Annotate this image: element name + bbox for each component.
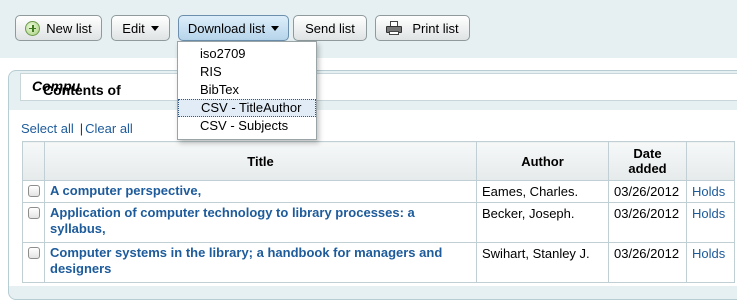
menu-item-ris[interactable]: RIS <box>178 63 316 81</box>
date-cell: 03/26/2012 <box>608 202 687 243</box>
menu-item-csv-titleauthor[interactable]: CSV - TitleAuthor <box>178 99 316 117</box>
title-link[interactable]: A computer perspective, <box>50 183 201 198</box>
date-cell: 03/26/2012 <box>608 180 687 203</box>
caret-down-icon <box>271 25 280 31</box>
download-list-label: Download list <box>187 20 266 36</box>
author-cell: Swihart, Stanley J. <box>476 242 609 283</box>
row-checkbox[interactable] <box>27 207 40 219</box>
table-header-row: Title Author Date added <box>22 141 735 181</box>
title-link[interactable]: Computer systems in the library; a handb… <box>50 245 442 276</box>
print-list-label: Print list <box>412 20 459 36</box>
page-title: Contents of Compu <box>20 73 737 101</box>
author-cell: Eames, Charles. <box>476 180 609 203</box>
table-row: A computer perspective, Eames, Charles. … <box>22 180 735 203</box>
table-row: Computer systems in the library; a handb… <box>22 242 735 283</box>
download-list-button[interactable]: Download list <box>178 15 289 41</box>
menu-item-bibtex[interactable]: BibTex <box>178 81 316 99</box>
holds-link[interactable]: Holds <box>692 246 725 261</box>
row-checkbox[interactable] <box>27 185 40 197</box>
holds-link[interactable]: Holds <box>692 184 725 199</box>
separator: | <box>79 121 84 136</box>
printer-icon <box>386 21 403 35</box>
edit-button[interactable]: Edit <box>111 15 170 41</box>
send-list-label: Send list <box>305 20 355 36</box>
new-list-button[interactable]: New list <box>15 15 102 41</box>
menu-item-csv-subjects[interactable]: CSV - Subjects <box>178 117 316 135</box>
actions-column-header <box>686 141 735 181</box>
list-table: Title Author Date added A computer persp… <box>22 141 735 283</box>
toolbar: New list Edit Download list Send list Pr… <box>0 0 737 58</box>
selection-links: Select all | Clear all <box>21 121 133 136</box>
plus-icon <box>25 20 41 36</box>
title-link[interactable]: Application of computer technology to li… <box>50 205 415 236</box>
title-prefix: Contents of <box>43 82 121 98</box>
holds-link[interactable]: Holds <box>692 206 725 221</box>
download-format-menu: iso2709 RIS BibTex CSV - TitleAuthor CSV… <box>177 41 317 140</box>
send-list-button[interactable]: Send list <box>293 15 367 41</box>
caret-down-icon <box>150 25 159 31</box>
print-list-button[interactable]: Print list <box>375 15 470 41</box>
table-row: Application of computer technology to li… <box>22 202 735 243</box>
author-cell: Becker, Joseph. <box>476 202 609 243</box>
edit-label: Edit <box>122 20 145 36</box>
select-all-link[interactable]: Select all <box>21 121 74 136</box>
author-column-header[interactable]: Author <box>476 141 609 181</box>
menu-item-iso2709[interactable]: iso2709 <box>178 45 316 63</box>
date-cell: 03/26/2012 <box>608 242 687 283</box>
checkbox-column-header <box>22 141 45 181</box>
clear-all-link[interactable]: Clear all <box>85 121 133 136</box>
date-added-column-header[interactable]: Date added <box>608 141 687 181</box>
row-checkbox[interactable] <box>27 247 40 259</box>
new-list-label: New list <box>46 20 92 36</box>
title-column-header[interactable]: Title <box>44 141 477 181</box>
